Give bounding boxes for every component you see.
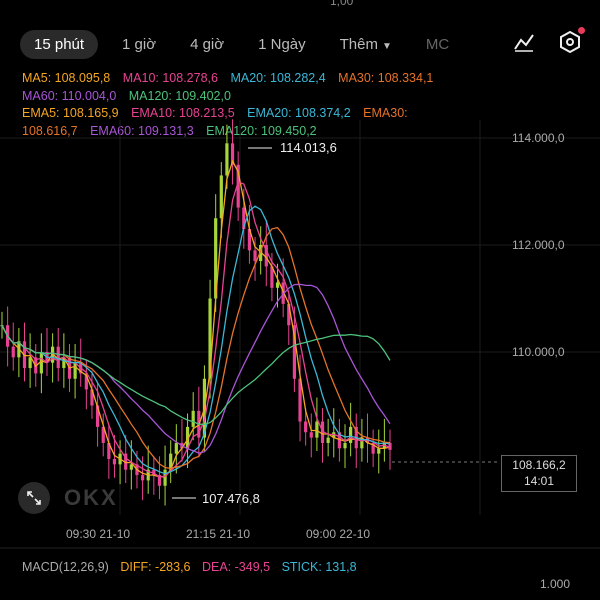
candle-body bbox=[11, 346, 15, 358]
candle-body bbox=[343, 442, 347, 449]
candle-body bbox=[309, 432, 313, 438]
high-label: 114.013,6 bbox=[280, 140, 337, 155]
macd-title: MACD(12,26,9) bbox=[22, 560, 109, 574]
candle-body bbox=[140, 475, 145, 481]
macd-dea: DEA: -349,5 bbox=[201, 560, 271, 574]
candle-body bbox=[112, 459, 117, 465]
candle-body bbox=[219, 175, 223, 219]
ma-line bbox=[1, 181, 391, 478]
macd-stick: STICK: 131,8 bbox=[281, 560, 357, 574]
candle-body bbox=[225, 143, 229, 176]
candle-body bbox=[253, 250, 257, 262]
fullscreen-button[interactable] bbox=[18, 482, 50, 514]
candle-body bbox=[304, 421, 308, 433]
candle-body bbox=[163, 469, 167, 486]
x-tick-label: 09:00 22-10 bbox=[306, 527, 370, 541]
macd-axis-value: 1.000 bbox=[540, 577, 571, 591]
ma-line bbox=[1, 226, 391, 470]
okx-watermark: OKX bbox=[64, 485, 118, 510]
y-tick-label: 114.000,0 bbox=[512, 131, 565, 145]
candle-body bbox=[129, 464, 133, 470]
candle-body bbox=[349, 426, 353, 443]
ma-line bbox=[1, 205, 391, 475]
indicator-lines bbox=[1, 159, 391, 478]
candle-body bbox=[315, 421, 319, 438]
y-tick-label: 110.000,0 bbox=[512, 345, 565, 359]
ma-line bbox=[1, 283, 391, 454]
low-label: 107.476,8 bbox=[202, 491, 260, 506]
x-tick-label: 21:15 21-10 bbox=[186, 527, 250, 541]
candle-body bbox=[326, 437, 330, 443]
candle-body bbox=[191, 410, 195, 427]
ma-line bbox=[1, 159, 391, 478]
macd-diff: DIFF: -283,6 bbox=[120, 560, 191, 574]
x-tick-label: 09:30 21-10 bbox=[66, 527, 130, 541]
current-price: 108.166,2 bbox=[512, 458, 566, 472]
y-tick-label: 112.000,0 bbox=[512, 238, 565, 252]
candle-countdown: 14:01 bbox=[523, 474, 555, 488]
current-price-box: 108.166,2 14:01 bbox=[501, 455, 577, 492]
expand-icon bbox=[27, 491, 41, 505]
candle-body bbox=[377, 448, 381, 454]
macd-legend: MACD(12,26,9) DIFF: -283,6 DEA: -349,5 S… bbox=[22, 560, 365, 574]
candles bbox=[0, 119, 392, 506]
ma-line bbox=[1, 324, 391, 426]
candle-body bbox=[73, 362, 77, 379]
candle-body bbox=[275, 282, 280, 288]
candle-body bbox=[174, 442, 178, 454]
